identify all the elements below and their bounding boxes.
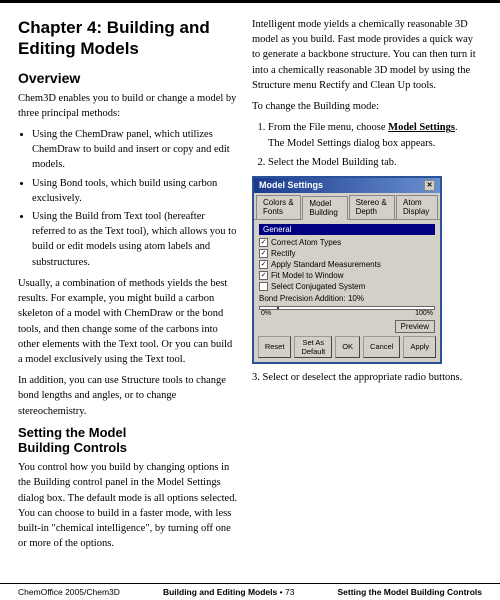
step-1: From the File menu, choose Model Setting… <box>268 120 482 150</box>
step-1-sub: The Model Settings dialog box appears. <box>268 138 435 149</box>
dialog-close-btn[interactable]: ✕ <box>424 180 435 191</box>
step-3-text: 3. Select or deselect the appropriate ra… <box>252 370 482 385</box>
right-column: Intelligent mode yields a chemically rea… <box>252 17 482 583</box>
page: Chapter 4: Building and Editing Models O… <box>0 0 500 600</box>
setting-heading: Setting the ModelBuilding Controls <box>18 425 238 456</box>
model-settings-link: Model Settings <box>388 122 455 133</box>
step-2: Select the Model Building tab. <box>268 155 482 170</box>
footer-chapter: Building and Editing Models <box>163 587 277 597</box>
checkbox-correct-atom-types: ✓ Correct Atom Types <box>259 238 435 247</box>
chapter-title: Chapter 4: Building and Editing Models <box>18 17 238 60</box>
tab-atom-display[interactable]: Atom Display <box>396 195 438 219</box>
dialog-body: General ✓ Correct Atom Types ✓ Rectify ✓… <box>254 220 440 362</box>
footer-center: Building and Editing Models • 73 <box>120 587 338 597</box>
preview-button[interactable]: Preview <box>395 320 435 333</box>
overview-para2: Usually, a combination of methods yields… <box>18 276 238 367</box>
slider-row: Bond Precision Addition: 10% <box>259 294 435 303</box>
checkbox-fit-model: ✓ Fit Model to Window <box>259 271 435 280</box>
right-to-change: To change the Building mode: <box>252 99 482 114</box>
model-settings-dialog: Model Settings ✕ Colors & Fonts Model Bu… <box>252 176 442 364</box>
dialog-controls: ✕ <box>424 180 435 191</box>
preview-row: Preview <box>259 320 435 333</box>
overview-heading: Overview <box>18 70 238 86</box>
dialog-tab-bar: Colors & Fonts Model Building Stereo & D… <box>254 193 440 220</box>
slider-labels: 0% 100% <box>259 310 435 317</box>
left-column: Chapter 4: Building and Editing Models O… <box>18 17 238 583</box>
footer-bullet: • <box>280 587 283 597</box>
overview-intro: Chem3D enables you to build or change a … <box>18 91 238 121</box>
ok-button[interactable]: OK <box>335 336 360 358</box>
checkbox-apply-standard: ✓ Apply Standard Measurements <box>259 260 435 269</box>
checkbox-select-conjugated: Select Conjugated System <box>259 282 435 291</box>
dialog-titlebar: Model Settings ✕ <box>254 178 440 193</box>
reset-button[interactable]: Reset <box>258 336 292 358</box>
page-footer: ChemOffice 2005/Chem3D Building and Edit… <box>0 583 500 600</box>
dialog-button-row: Reset Set As Default OK Cancel Apply <box>259 336 435 358</box>
dialog-title: Model Settings <box>259 180 323 190</box>
setting-para1: You control how you build by changing op… <box>18 460 238 551</box>
set-as-default-button[interactable]: Set As Default <box>294 336 332 358</box>
slider-track[interactable] <box>259 306 435 310</box>
steps-list: From the File menu, choose Model Setting… <box>252 120 482 170</box>
apply-button[interactable]: Apply <box>403 336 436 358</box>
bullet-item-1: Using the ChemDraw panel, which utilizes… <box>32 127 238 173</box>
footer-page: 73 <box>285 587 294 597</box>
tab-model-building[interactable]: Model Building <box>302 196 347 220</box>
general-label: General <box>259 224 435 235</box>
checkbox-rectify: ✓ Rectify <box>259 249 435 258</box>
bullet-item-3: Using the Build from Text tool (hereafte… <box>32 209 238 270</box>
overview-para3: In addition, you can use Structure tools… <box>18 373 238 419</box>
cancel-button[interactable]: Cancel <box>363 336 400 358</box>
tab-colors-fonts[interactable]: Colors & Fonts <box>256 195 301 219</box>
footer-product: ChemOffice 2005/Chem3D <box>18 587 120 597</box>
bullet-item-2: Using Bond tools, which build using carb… <box>32 176 238 206</box>
tab-stereo-depth[interactable]: Stereo & Depth <box>349 195 395 219</box>
bullet-list: Using the ChemDraw panel, which utilizes… <box>18 127 238 270</box>
content-area: Chapter 4: Building and Editing Models O… <box>0 3 500 583</box>
footer-section: Setting the Model Building Controls <box>338 587 483 597</box>
right-para1: Intelligent mode yields a chemically rea… <box>252 17 482 93</box>
